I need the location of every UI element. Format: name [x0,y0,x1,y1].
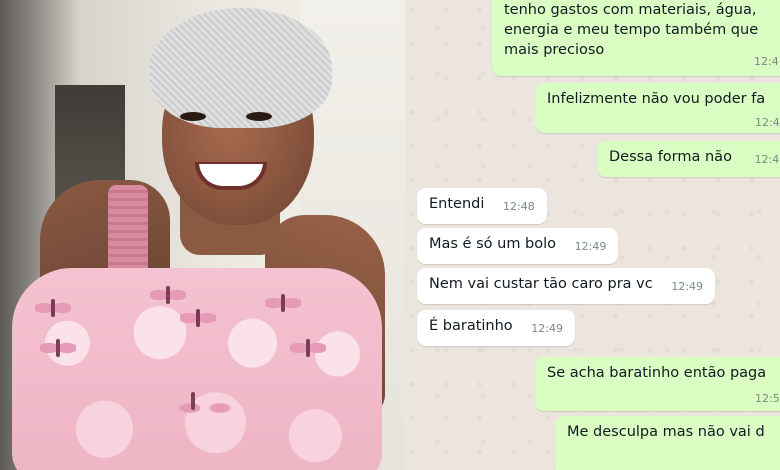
butterfly-decoration [40,335,76,361]
message-incoming[interactable]: Mas é só um bolo 12:49 [417,228,619,264]
message-timestamp: 12:4 [754,153,780,166]
message-incoming[interactable]: Nem vai custar tão caro pra vc 12:49 [417,268,716,304]
message-text: Me desculpa mas não vai d [567,424,765,440]
message-timestamp: 12:48 [503,200,535,213]
message-text: Se acha baratinho então paga [547,365,767,381]
message-incoming[interactable]: Entendi 12:48 [417,188,547,224]
photo-eye-right [246,112,272,121]
photo-eye-left [180,112,206,121]
message-text: Entendi [429,196,485,212]
message-text: Infelizmente não vou poder fa [547,91,766,107]
butterfly-decoration [290,335,326,361]
message-incoming[interactable]: É baratinho 12:49 [417,310,575,346]
message-text: mais precioso [504,42,605,58]
message-timestamp: 12:49 [531,322,563,335]
message-outgoing[interactable]: Se acha baratinho então paga 12:5 [535,357,780,411]
message-outgoing[interactable]: Me desculpa mas não vai d [555,416,780,470]
message-text: tenho gastos com materiais, água, [504,2,757,18]
message-timestamp: 12:49 [574,240,607,253]
message-outgoing[interactable]: Dessa forma não 12:4 [597,141,780,177]
message-timestamp: 12:4 [755,116,780,129]
photo-panel [0,0,405,470]
photo-hair-net [150,8,332,128]
message-outgoing[interactable]: Infelizmente não vou poder fa 12:4 [535,83,780,133]
butterfly-decoration [175,388,235,428]
message-text: energia e meu tempo também que [504,22,759,38]
message-timestamp: 12:5 [755,392,780,405]
message-text: É baratinho [429,318,513,334]
message-text: Mas é só um bolo [429,236,557,252]
chat-panel[interactable]: tenho gastos com materiais, água, energi… [405,0,780,470]
photo-dress-strap [108,185,148,275]
butterfly-decoration [180,305,216,331]
message-text: Dessa forma não [609,149,732,165]
butterfly-decoration [265,290,301,316]
message-outgoing[interactable]: tenho gastos com materiais, água, energi… [492,0,780,76]
message-timestamp: 12:49 [671,280,704,293]
message-timestamp: 12:4 [754,55,779,68]
butterfly-decoration [35,295,71,321]
message-text: Nem vai custar tão caro pra vc [429,276,653,292]
